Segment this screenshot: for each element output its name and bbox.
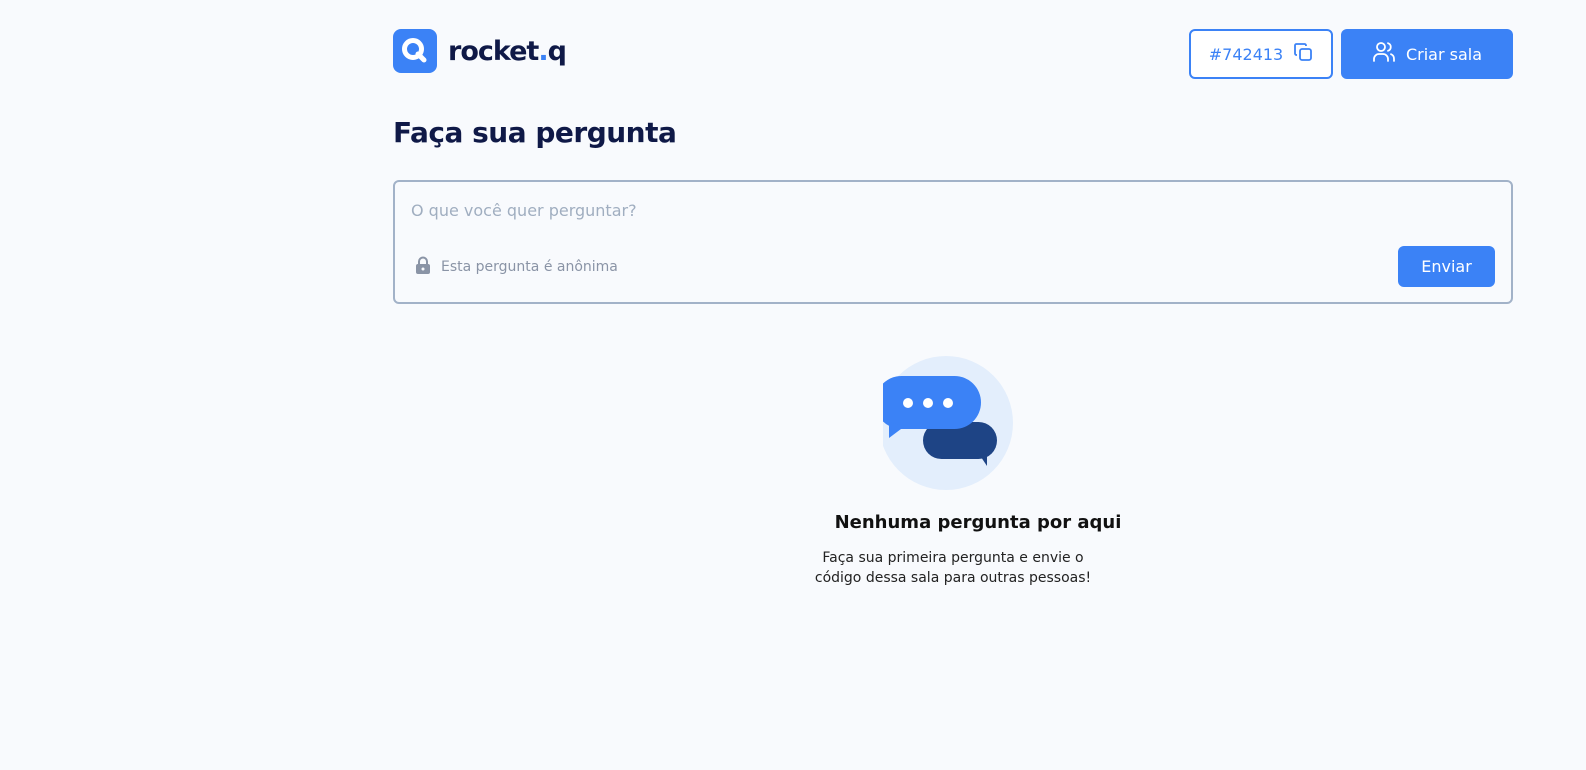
logo[interactable]: rocket.q [393, 29, 567, 73]
anonymous-label: Esta pergunta é anônima [441, 259, 618, 275]
create-room-button[interactable]: Criar sala [1341, 29, 1513, 79]
empty-state-title: Nenhuma pergunta por aqui [0, 512, 1586, 533]
question-form: Esta pergunta é anônima Enviar [393, 180, 1513, 304]
room-code-text: #742413 [1208, 44, 1284, 64]
room-code-button[interactable]: #742413 [1189, 29, 1333, 79]
page-title: Faça sua pergunta [393, 116, 677, 149]
rocketq-logo-icon [393, 29, 437, 73]
send-button[interactable]: Enviar [1398, 246, 1495, 287]
lock-icon [415, 256, 431, 278]
logo-text-main: rocket [448, 35, 539, 67]
create-room-label: Criar sala [1405, 44, 1483, 64]
chat-bubbles-icon [875, 356, 1023, 500]
page: rocket.q #742413 Criar sala Faça sua per… [0, 0, 1586, 770]
users-icon [1372, 41, 1396, 67]
empty-state-description: Faça sua primeira pergunta e envie o cód… [814, 550, 1092, 586]
logo-text-suffix: q [547, 35, 567, 67]
logo-text-dot: . [538, 35, 548, 67]
copy-icon [1293, 42, 1313, 66]
question-input[interactable] [411, 196, 1491, 224]
empty-state-title-text: Nenhuma pergunta por aqui [834, 512, 1122, 533]
logo-text: rocket.q [448, 35, 567, 67]
anonymous-notice: Esta pergunta é anônima [415, 256, 618, 278]
